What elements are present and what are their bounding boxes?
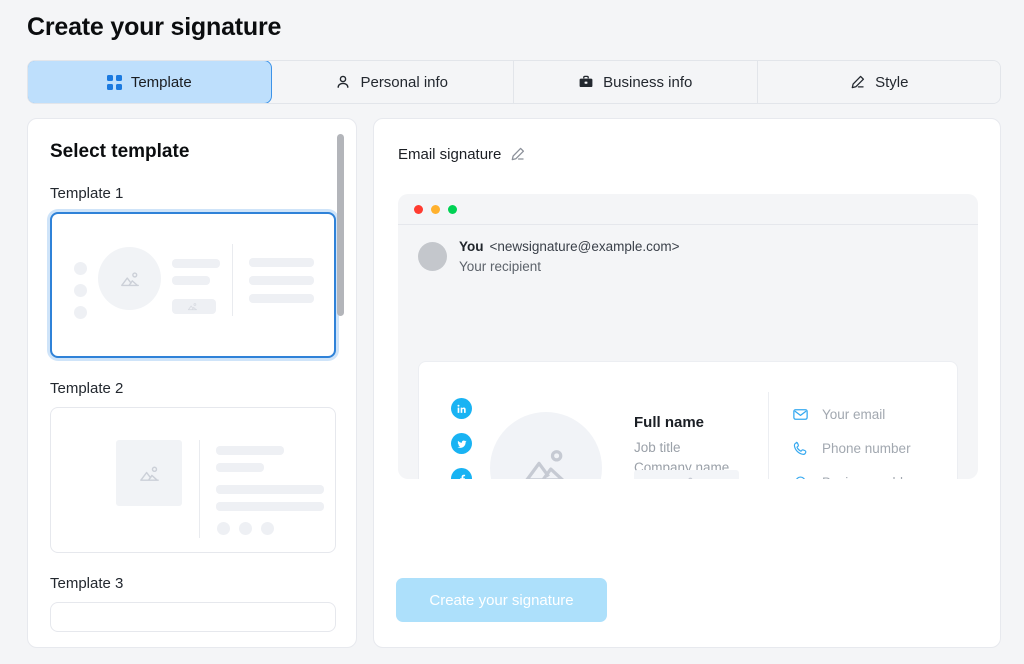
- skeleton-dot: [239, 522, 252, 535]
- social-icon-list: [451, 398, 472, 479]
- skeleton-line: [216, 446, 284, 455]
- person-icon: [335, 74, 351, 90]
- window-close-dot[interactable]: [414, 204, 423, 214]
- contact-row: Business address: [792, 474, 929, 479]
- tab-personal-info[interactable]: Personal info: [270, 61, 514, 103]
- sender-address: <newsignature@example.com>: [489, 239, 680, 254]
- sender-name: You: [459, 239, 484, 254]
- skeleton-logo: [172, 299, 216, 314]
- window-title-bar: [398, 194, 978, 225]
- template-2-card[interactable]: [50, 407, 336, 553]
- email-preview-window: You <newsignature@example.com> Your recip…: [398, 194, 978, 479]
- template-3-card[interactable]: [50, 602, 336, 632]
- scrollbar-thumb[interactable]: [337, 134, 344, 316]
- preview-heading-row: Email signature: [398, 146, 526, 163]
- recipient-label: Your recipient: [459, 258, 542, 274]
- skeleton-line: [172, 259, 220, 268]
- skeleton-line: [172, 276, 210, 285]
- contact-row: Phone number: [792, 440, 929, 457]
- skeleton-dot: [217, 522, 230, 535]
- window-minimize-dot[interactable]: [431, 204, 440, 214]
- tab-template[interactable]: Template: [28, 61, 272, 103]
- skeleton-dot: [74, 262, 87, 275]
- linkedin-icon[interactable]: [451, 398, 472, 419]
- contact-label: Your email: [822, 407, 886, 422]
- image-placeholder-icon: [677, 474, 696, 479]
- logo-placeholder: [634, 470, 739, 479]
- window-maximize-dot[interactable]: [448, 204, 457, 214]
- image-placeholder-icon: [117, 266, 142, 291]
- twitter-icon[interactable]: [451, 433, 472, 454]
- signature-card: Full name Job title Company name Your em…: [418, 361, 958, 479]
- email-from-row: You <newsignature@example.com> Your recip…: [398, 225, 978, 288]
- tab-label: Template: [130, 73, 192, 91]
- skeleton-dot: [74, 306, 87, 319]
- facebook-icon[interactable]: [451, 468, 472, 479]
- skeleton-line: [249, 294, 314, 303]
- template-list-panel: Select template Template 1 Template 2 Te…: [27, 118, 357, 648]
- template-3-label: Template 3: [50, 575, 124, 592]
- preview-heading: Email signature: [398, 146, 502, 163]
- create-signature-button[interactable]: Create your signature: [396, 578, 607, 622]
- tab-business-info[interactable]: Business info: [514, 61, 758, 103]
- tab-bar: Template Personal info Business info Sty…: [27, 60, 1001, 104]
- skeleton-line: [249, 258, 314, 267]
- image-placeholder-icon: [520, 440, 572, 479]
- briefcase-icon: [578, 74, 594, 90]
- skeleton-line: [216, 502, 324, 511]
- image-placeholder-icon: [136, 460, 162, 486]
- skeleton-line: [216, 485, 324, 494]
- skeleton-divider: [232, 244, 233, 316]
- full-name-label: Full name: [634, 414, 705, 431]
- skeleton-dot: [261, 522, 274, 535]
- select-template-title: Select template: [50, 141, 190, 162]
- skeleton-dot: [74, 284, 87, 297]
- pencil-icon: [849, 74, 866, 91]
- tab-label: Personal info: [360, 73, 449, 91]
- skeleton-divider: [199, 440, 200, 538]
- job-title-label: Job title: [634, 440, 681, 455]
- create-signature-page: Create your signature Template Personal …: [0, 0, 1024, 664]
- phone-icon: [792, 440, 809, 457]
- envelope-icon: [792, 406, 809, 423]
- tab-style[interactable]: Style: [757, 61, 1000, 103]
- location-icon: [792, 474, 809, 479]
- tab-label: Business info: [603, 73, 693, 91]
- page-title: Create your signature: [27, 13, 282, 41]
- template-2-label: Template 2: [50, 380, 124, 397]
- pencil-icon[interactable]: [509, 146, 526, 163]
- skeleton-line: [216, 463, 264, 472]
- signature-preview-panel: Email signature You <newsignature@example…: [373, 118, 1001, 648]
- avatar: [418, 242, 447, 272]
- contact-label: Business address: [822, 475, 929, 479]
- skeleton-line: [249, 276, 314, 285]
- profile-image-placeholder: [490, 412, 602, 479]
- grid-icon: [106, 74, 122, 90]
- signature-divider: [768, 392, 769, 479]
- contact-row: Your email: [792, 406, 929, 423]
- tab-label: Style: [875, 73, 909, 91]
- template-1-card[interactable]: [50, 212, 336, 358]
- template-1-label: Template 1: [50, 185, 124, 202]
- template-list-scrollbar[interactable]: [337, 125, 350, 643]
- contact-list: Your email Phone number: [792, 406, 929, 479]
- contact-label: Phone number: [822, 441, 911, 456]
